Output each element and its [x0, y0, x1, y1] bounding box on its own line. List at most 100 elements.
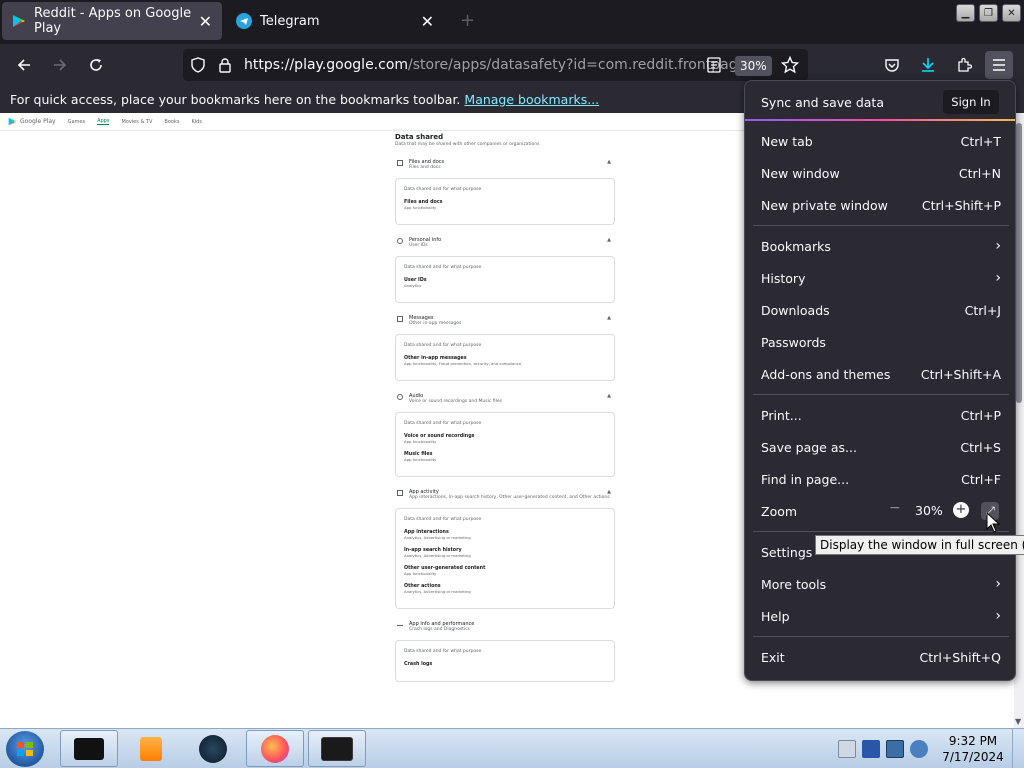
category-personal-info[interactable]: Personal info User IDs ▲ Data shared and…: [395, 237, 615, 303]
data-item: In-app search history Analytics, Advertis…: [404, 548, 606, 558]
bookmark-star-icon[interactable]: [780, 55, 800, 77]
menu-print[interactable]: Print... Ctrl+P: [761, 404, 1001, 426]
reload-icon[interactable]: [82, 51, 110, 79]
show-desktop-button[interactable]: [1012, 729, 1024, 768]
minimize-window-icon[interactable]: ▁: [956, 4, 975, 22]
gp-nav-books[interactable]: Books: [164, 119, 179, 125]
tab-close-icon[interactable]: ✕: [199, 12, 212, 31]
gp-nav-kids[interactable]: Kids: [191, 119, 201, 125]
url-text[interactable]: https://play.google.com/store/apps/datas…: [244, 57, 746, 73]
network-icon[interactable]: [886, 740, 904, 758]
menu-label: Save page as...: [761, 439, 857, 455]
card-header: Data shared and for what purpose: [404, 421, 482, 426]
zoom-level-badge[interactable]: 30%: [735, 56, 772, 76]
zoom-out-button[interactable]: −: [889, 500, 901, 516]
menu-downloads[interactable]: Downloads Ctrl+J: [761, 299, 1001, 321]
taskbar-firefox[interactable]: [246, 730, 304, 767]
menu-save-page[interactable]: Save page as... Ctrl+S: [761, 436, 1001, 458]
close-window-icon[interactable]: ✕: [1002, 4, 1021, 22]
taskbar-media-player[interactable]: [122, 730, 180, 767]
menu-passwords[interactable]: Passwords: [761, 331, 1001, 353]
google-play-logo[interactable]: Google Play: [8, 117, 56, 126]
menu-find-in-page[interactable]: Find in page... Ctrl+F: [761, 468, 1001, 490]
category-files-and-docs[interactable]: Files and docs Files and docs ▲ Data sha…: [395, 159, 615, 225]
windows-start-button[interactable]: [6, 731, 44, 767]
clock-date: 7/17/2024: [942, 750, 1004, 764]
gp-nav-games[interactable]: Games: [68, 119, 86, 125]
menu-separator: [753, 531, 1009, 532]
category-desc: App interactions, In-app search history,…: [409, 495, 610, 500]
menu-new-window[interactable]: New window Ctrl+N: [761, 162, 1001, 184]
data-item: Music files App functionality: [404, 452, 606, 462]
tab-bar: Reddit - Apps on Google Play ✕ Telegram …: [0, 0, 1024, 44]
clock[interactable]: 9:32 PM 7/17/2024: [938, 733, 1008, 765]
taskbar-terminal-app[interactable]: [60, 730, 118, 767]
zoom-value[interactable]: 30%: [915, 503, 943, 518]
scroll-down-arrow-icon[interactable]: ▼: [1015, 717, 1021, 726]
show-hidden-icons-icon[interactable]: [838, 740, 856, 758]
fullscreen-tooltip: Display the window in full screen (F11): [815, 535, 1024, 555]
extensions-puzzle-icon[interactable]: [950, 51, 978, 79]
menu-new-private-window[interactable]: New private window Ctrl+Shift+P: [761, 194, 1001, 216]
downloads-arrow-icon[interactable]: [914, 51, 942, 79]
sign-in-button[interactable]: Sign In: [943, 90, 999, 114]
back-arrow-icon[interactable]: [10, 51, 38, 79]
bluetooth-icon[interactable]: [862, 740, 880, 758]
volume-icon[interactable]: [910, 740, 928, 758]
restore-window-icon[interactable]: ❐: [979, 4, 998, 22]
speaker-icon: [397, 394, 403, 400]
menu-bookmarks[interactable]: Bookmarks ›: [761, 235, 1001, 257]
chevron-up-icon[interactable]: ▲: [607, 159, 611, 165]
forward-arrow-icon[interactable]: [46, 51, 74, 79]
menu-history[interactable]: History ›: [761, 267, 1001, 289]
tab-telegram[interactable]: Telegram ✕: [226, 2, 444, 40]
gp-nav-movies[interactable]: Movies & TV: [121, 119, 152, 125]
taskbar-monitor-app[interactable]: [308, 730, 366, 767]
chevron-right-icon: ›: [995, 576, 1001, 592]
gp-nav-apps[interactable]: Apps: [97, 118, 110, 125]
lock-icon[interactable]: [218, 57, 232, 76]
menu-shortcut: Ctrl+P: [960, 407, 1001, 423]
menu-label: Downloads: [761, 302, 830, 318]
chevron-up-icon[interactable]: ▲: [607, 489, 611, 495]
chevron-up-icon[interactable]: ▲: [607, 315, 611, 321]
menu-more-tools[interactable]: More tools ›: [761, 573, 1001, 595]
menu-addons-themes[interactable]: Add-ons and themes Ctrl+Shift+A: [761, 363, 1001, 385]
url-bar[interactable]: https://play.google.com/store/apps/datas…: [183, 49, 808, 81]
category-app-info-performance[interactable]: App info and performance Crash logs and …: [395, 621, 615, 682]
menu-shortcut: Ctrl+Shift+P: [921, 197, 1001, 213]
item-purpose: App functionality, Fraud prevention, sec…: [404, 361, 522, 366]
item-name: Crash logs: [404, 662, 433, 667]
scrollbar-thumb[interactable]: [1016, 123, 1022, 403]
tab-close-icon[interactable]: ✕: [421, 12, 434, 31]
category-app-activity[interactable]: App activity App interactions, In-app se…: [395, 489, 615, 609]
chevron-up-icon[interactable]: ▲: [607, 237, 611, 243]
category-messages[interactable]: Messages Other in-app messages ▲ Data sh…: [395, 315, 615, 381]
menu-label: Help: [761, 608, 790, 624]
app-menu-hamburger-icon[interactable]: [985, 51, 1013, 79]
card-header: Data shared and for what purpose: [404, 517, 482, 522]
menu-shortcut: Ctrl+S: [960, 439, 1001, 455]
zoom-in-button[interactable]: +: [953, 502, 969, 518]
manage-bookmarks-link[interactable]: Manage bookmarks...: [464, 92, 599, 107]
menu-label: Print...: [761, 407, 802, 423]
chevron-up-icon[interactable]: ▲: [607, 393, 611, 399]
pocket-icon[interactable]: [878, 51, 906, 79]
item-purpose: App functionality: [404, 205, 437, 210]
menu-shortcut: Ctrl+Shift+Q: [919, 649, 1001, 665]
tab-reddit-google-play[interactable]: Reddit - Apps on Google Play ✕: [2, 2, 222, 40]
new-tab-plus-icon[interactable]: +: [460, 10, 475, 31]
item-purpose: Analytics, Advertising or marketing: [404, 535, 471, 540]
tracking-shield-icon[interactable]: [190, 57, 206, 76]
category-audio[interactable]: Audio Voice or sound recordings and Musi…: [395, 393, 615, 477]
menu-shortcut: Ctrl+T: [960, 133, 1001, 149]
reader-view-icon[interactable]: [707, 57, 721, 76]
card-header: Data shared and for what purpose: [404, 649, 482, 654]
menu-help[interactable]: Help ›: [761, 605, 1001, 627]
google-play-brand: Google Play: [20, 118, 56, 125]
menu-label: New private window: [761, 197, 888, 213]
taskbar-steam[interactable]: [184, 730, 242, 767]
data-item: Files and docs App functionality: [404, 200, 606, 210]
menu-new-tab[interactable]: New tab Ctrl+T: [761, 130, 1001, 152]
menu-exit[interactable]: Exit Ctrl+Shift+Q: [761, 646, 1001, 668]
